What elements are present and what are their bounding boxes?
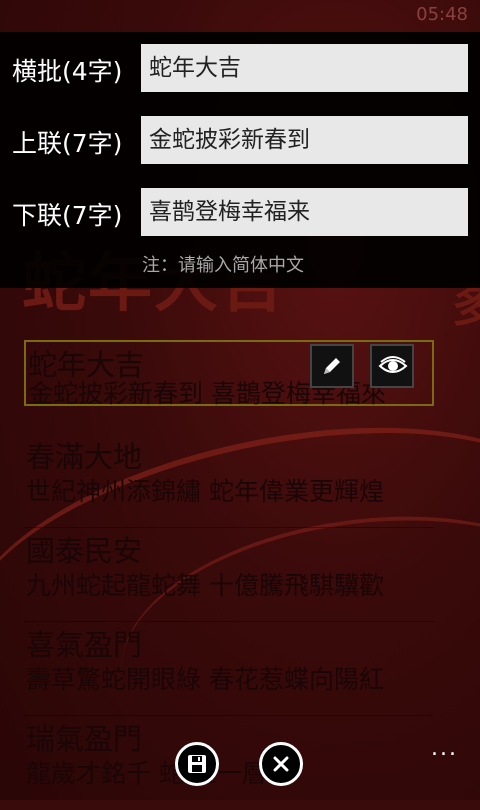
field-label: 上联(7字) (12, 129, 123, 158)
field-label: 下联(7字) (12, 201, 123, 230)
item-title: 春滿大地 (26, 440, 143, 474)
horizontal-scroll-input[interactable]: 蛇年大吉 (141, 44, 468, 92)
list-item[interactable]: 喜氣盈門 壽草驚蛇開眼綠 春花惹蝶向陽紅 (24, 622, 434, 716)
preview-button[interactable] (370, 344, 414, 388)
item-subtitle: 世紀神州添錦繡 蛇年偉業更輝煌 (26, 477, 384, 506)
item-title: 國泰民安 (26, 534, 143, 568)
cancel-button[interactable] (259, 742, 303, 786)
save-icon (188, 755, 206, 773)
input-note: 注：请输入简体中文 (142, 255, 304, 276)
app-bar: ... (0, 720, 480, 800)
upper-line-input[interactable]: 金蛇披彩新春到 (141, 116, 468, 164)
item-subtitle: 壽草驚蛇開眼綠 春花惹蝶向陽紅 (26, 665, 384, 694)
close-icon (273, 756, 289, 772)
lower-line-input[interactable]: 喜鹊登梅幸福来 (141, 188, 468, 236)
list-item[interactable]: 國泰民安 九州蛇起龍蛇舞 十億騰飛騏驥歡 (24, 528, 434, 622)
save-button[interactable] (175, 742, 219, 786)
edit-button[interactable] (310, 344, 354, 388)
pencil-icon (324, 358, 340, 374)
status-bar: 05:48 (0, 0, 480, 32)
more-options-button[interactable]: ... (431, 736, 458, 761)
field-row-horizontal-scroll: 横批(4字) 蛇年大吉 (0, 44, 480, 94)
item-title: 喜氣盈門 (26, 628, 143, 662)
field-row-upper-line: 上联(7字) 金蛇披彩新春到 (0, 116, 480, 166)
clock: 05:48 (416, 4, 468, 25)
eye-icon (378, 356, 408, 373)
list-item[interactable]: 春滿大地 世紀神州添錦繡 蛇年偉業更輝煌 (24, 434, 434, 528)
field-row-lower-line: 下联(7字) 喜鹊登梅幸福来 (0, 188, 480, 238)
edit-panel: 横批(4字) 蛇年大吉 上联(7字) 金蛇披彩新春到 下联(7字) 喜鹊登梅幸福… (0, 32, 480, 288)
field-label: 横批(4字) (12, 57, 123, 86)
item-subtitle: 九州蛇起龍蛇舞 十億騰飛騏驥歡 (26, 571, 384, 600)
